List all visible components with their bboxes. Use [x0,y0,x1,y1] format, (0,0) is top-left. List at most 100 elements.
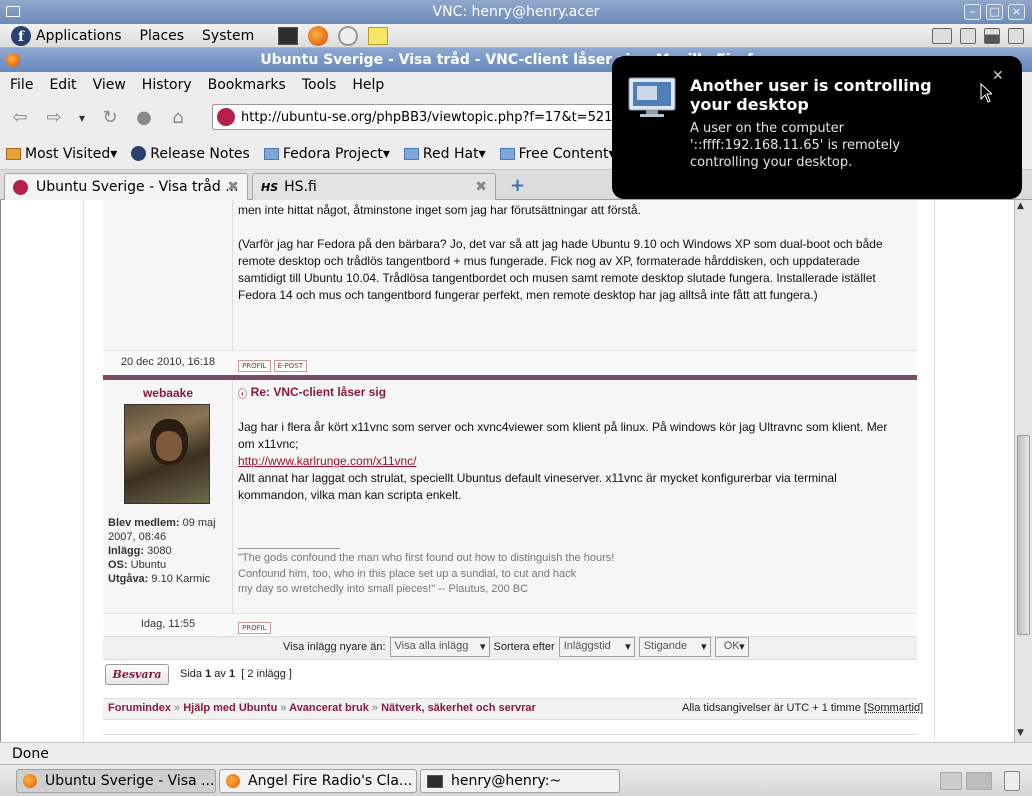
page-scrollbar[interactable]: ▲ ▼ [1014,200,1032,742]
task-terminal[interactable]: henry@henry:~ [420,769,620,793]
post-2-author[interactable]: webaake [103,386,233,400]
sort-order-select[interactable]: Stigande [638,637,711,657]
bookmark-free-content[interactable]: Free Content▾ [499,146,615,162]
hs-favicon-icon: HS [261,180,279,194]
new-tab-icon[interactable]: + [510,175,525,196]
breadcrumb-network[interactable]: Nätverk, säkerhet och servrar [381,702,536,714]
post-2-subject: › Re: VNC-client låser sig [238,385,386,399]
history-dropdown-icon[interactable]: ▾ [74,104,90,132]
menu-edit[interactable]: Edit [49,77,76,93]
mouse-cursor-icon [980,83,992,103]
post-1-paragraph: (Varför jag har Fedora på den bärbara? J… [238,237,883,302]
folder-icon [403,147,419,160]
author-avatar [124,404,210,504]
back-icon[interactable]: ⇦ [6,104,34,132]
notes-launcher-icon[interactable] [368,26,389,45]
ok-button[interactable]: OK [714,637,749,657]
firefox-launcher-icon[interactable] [308,25,329,46]
vnc-window-title: VNC: henry@henry.acer [432,4,600,20]
sort-label: Sortera efter [493,641,555,653]
trash-icon[interactable] [1004,771,1020,791]
scroll-up-icon[interactable]: ▲ [1017,201,1024,211]
post-1-buttons: PROFIL E-POST [238,357,310,372]
tab-hs-fi[interactable]: HS HS.fi ✖ [252,173,496,200]
profile-button[interactable]: PROFIL [238,360,271,372]
mail-launcher-icon[interactable] [338,25,359,46]
profile-button[interactable]: PROFIL [238,622,271,634]
firefox-window-icon [6,53,20,67]
breadcrumb: Forumindex » Hjälp med Ubuntu » Avancera… [108,702,536,714]
url-bar[interactable]: http://ubuntu-se.org/phpBB3/viewtopic.ph… [212,104,632,130]
post-arrow-icon: › [238,388,247,399]
menu-tools[interactable]: Tools [302,77,337,93]
bookmark-red-hat[interactable]: Red Hat ▾ [403,146,486,162]
timezone-link[interactable]: Sommartid [867,702,920,714]
pagination-info: Sida 1 av 1 [ 2 inlägg ] [180,668,292,680]
volume-icon[interactable] [960,27,976,44]
places-menu[interactable]: Places [140,28,185,44]
scroll-thumb[interactable] [1017,435,1030,635]
signature-divider [238,548,340,549]
bookmark-most-visited[interactable]: Most Visited ▾ [6,146,117,162]
bookmark-fedora-project[interactable]: Fedora Project ▾ [263,146,390,162]
post-1-text-top: men inte hittat något, åtminstone inget … [238,203,641,217]
vnc-window-icon [6,6,20,17]
close-tab-icon[interactable]: ✖ [475,179,487,195]
applications-menu[interactable]: Applications [36,28,122,44]
task-ubuntu-sverige[interactable]: Ubuntu Sverige - Visa ... [16,769,216,793]
filter-controls: Visa inlägg nyare än: Visa alla inlägg S… [283,637,749,657]
stop-icon[interactable]: ● [130,104,158,132]
maximize-icon[interactable]: □ [986,4,1003,20]
email-button[interactable]: E-POST [273,360,307,372]
sort-by-select[interactable]: Inläggstid [558,637,635,657]
filter-show-label: Visa inlägg nyare än: [283,641,386,653]
workspace-1-icon[interactable] [940,772,962,790]
post-2-buttons: PROFIL [238,619,274,634]
remote-control-notification: Another user is controlling your desktop… [612,56,1022,199]
show-posts-select[interactable]: Visa alla inlägg [389,637,490,657]
page-content: men inte hittat något, åtminstone inget … [0,200,1014,742]
reply-button[interactable]: Besvara [105,664,169,685]
post-2-signature: "The gods confound the man who first fou… [238,552,615,595]
menu-view[interactable]: View [93,77,126,93]
close-tab-icon[interactable]: ✖ [227,179,239,195]
url-text[interactable]: http://ubuntu-se.org/phpBB3/viewtopic.ph… [241,110,612,125]
notification-close-icon[interactable]: ✕ [992,68,1004,84]
close-icon[interactable]: × [1008,4,1025,20]
notification-body: A user on the computer '::ffff:192.168.1… [690,121,901,170]
task-angel-fire-radio[interactable]: Angel Fire Radio's Cla... [219,769,417,793]
menu-help[interactable]: Help [352,77,384,93]
workspace-2-icon[interactable] [966,772,992,790]
menu-bookmarks[interactable]: Bookmarks [208,77,286,93]
svg-text:f: f [18,29,25,45]
network-icon[interactable] [932,27,952,44]
post-2-body: Jag har i flera år kört x11vnc som serve… [238,420,888,502]
breadcrumb-advanced[interactable]: Avancerat bruk [289,702,369,714]
author-profile-info: Blev medlem: 09 maj 2007, 08:46 Inlägg: … [108,517,216,585]
terminal-launcher-icon[interactable] [278,26,299,45]
menu-file[interactable]: File [10,77,33,93]
tab-ubuntu-sverige[interactable]: Ubuntu Sverige - Visa tråd ... ✖ [4,173,248,200]
bookmark-release-notes[interactable]: Release Notes [131,146,250,162]
forward-icon[interactable]: ⇨ [40,104,68,132]
system-menu[interactable]: System [202,28,254,44]
notification-title: Another user is controlling your desktop [690,76,932,114]
post-1-date: 20 dec 2010, 16:18 [120,356,216,368]
gnome-top-panel: f Applications Places System [0,24,1032,48]
breadcrumb-forumindex[interactable]: Forumindex [108,702,171,714]
reload-icon[interactable]: ↻ [96,104,124,132]
signal-icon[interactable] [984,27,1000,44]
menu-history[interactable]: History [142,77,192,93]
battery-icon[interactable] [1008,27,1024,44]
minimize-icon[interactable]: – [964,4,981,20]
remote-desktop-icon [628,77,676,117]
scroll-down-icon[interactable]: ▼ [1017,728,1024,738]
status-text: Done [12,746,49,762]
x11vnc-link[interactable]: http://www.karlrunge.com/x11vnc/ [238,453,887,470]
post-2: webaake Blev medlem: 09 maj 2007, 08:46 … [103,380,917,636]
post-2-date: Idag, 11:55 [140,618,196,630]
fedora-logo-icon[interactable]: f [10,25,32,47]
most-visited-icon [6,147,21,160]
breadcrumb-help[interactable]: Hjälp med Ubuntu [183,702,277,714]
home-icon[interactable]: ⌂ [164,104,192,132]
